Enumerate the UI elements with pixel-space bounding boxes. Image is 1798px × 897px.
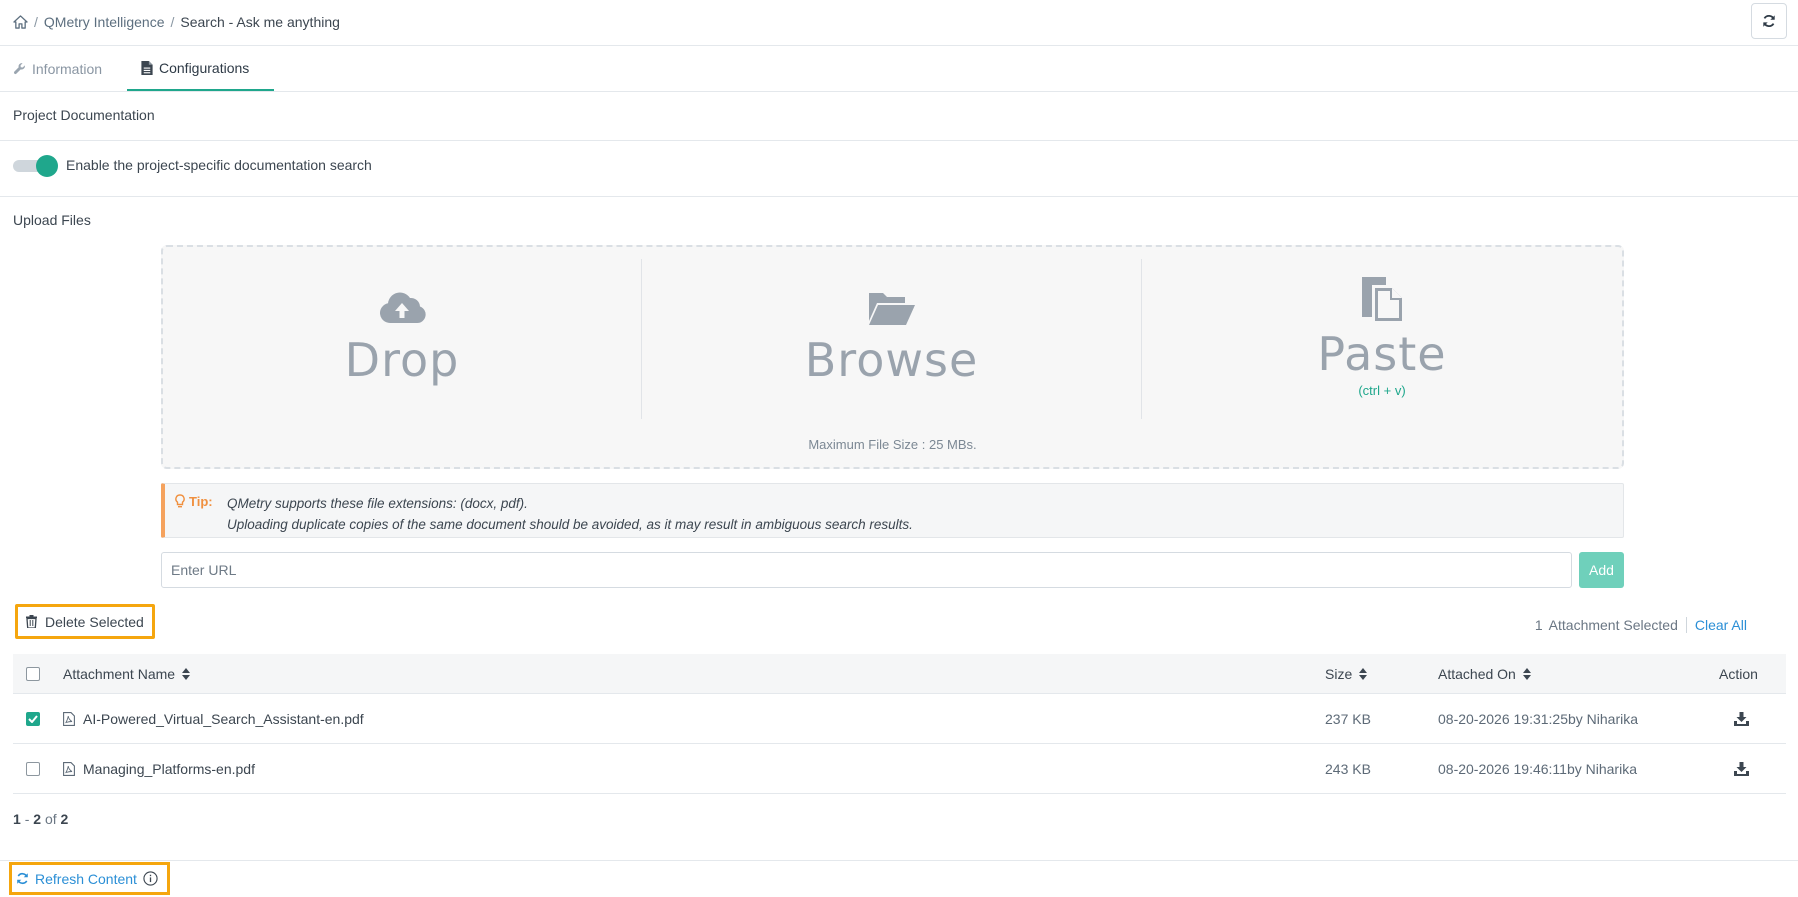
drop-area[interactable]: Drop [163,259,641,419]
attachment-name-text: AI-Powered_Virtual_Search_Assistant-en.p… [83,710,364,727]
upload-dropzone[interactable]: Drop Browse Paste (ctrl + v) Maximum Fil… [161,245,1624,469]
tabs-divider [0,91,1798,92]
selection-info: 1 Attachment Selected Clear All [1535,617,1747,633]
tip-label-group: Tip: [175,494,213,509]
browse-area[interactable]: Browse [642,259,1141,419]
attachments-table-header: Attachment Name Size Attached On Action [13,654,1786,694]
section-divider [0,140,1798,141]
max-file-size-note: Maximum File Size : 25 MBs. [808,437,977,452]
lightbulb-icon [175,494,185,508]
upload-files-title: Upload Files [13,212,91,228]
attachment-size: 243 KB [1325,760,1371,777]
tab-configurations[interactable]: Configurations [127,46,274,91]
folder-open-icon [868,293,915,325]
info-icon[interactable] [143,871,158,886]
delete-selected-label: Delete Selected [45,613,144,630]
breadcrumb: / QMetry Intelligence / Search - Ask me … [13,12,340,32]
download-icon [1734,761,1749,776]
wrench-icon [13,63,25,75]
tip-box: Tip: QMetry supports these file extensio… [161,483,1624,538]
home-icon[interactable] [13,15,28,29]
select-all-checkbox[interactable] [26,666,40,681]
document-icon [141,60,153,75]
breadcrumb-qmetry-intelligence[interactable]: QMetry Intelligence [44,14,165,30]
add-url-button[interactable]: Add [1579,552,1624,588]
cloud-upload-icon [379,292,426,324]
drop-label: Drop [344,333,460,387]
tip-line-2: Uploading duplicate copies of the same d… [227,517,913,532]
attachment-size: 237 KB [1325,710,1371,727]
column-header-action: Action [1719,665,1758,682]
attachment-attached-on: 08-20-2026 19:46:11by Niharika [1438,760,1637,777]
row-select-cell [26,694,40,743]
selection-divider [1685,617,1687,633]
attachment-name[interactable]: Managing_Platforms-en.pdf [63,744,255,793]
sort-icon [1359,667,1368,680]
clear-all-link[interactable]: Clear All [1695,617,1747,633]
pagination-total: 2 [60,811,69,827]
download-icon [1734,711,1749,726]
table-row: AI-Powered_Virtual_Search_Assistant-en.p… [13,694,1786,744]
pagination-start: 1 [13,811,21,827]
breadcrumb-separator: / [34,14,38,30]
row-select-cell [26,744,40,793]
column-header-label: Size [1325,665,1353,682]
url-input[interactable] [161,552,1572,588]
attachment-name[interactable]: AI-Powered_Virtual_Search_Assistant-en.p… [63,694,364,743]
refresh-button[interactable] [1751,3,1787,39]
tip-text: QMetry supports these file extensions: (… [227,493,913,535]
column-header-label: Attached On [1438,665,1516,682]
footer-divider [0,860,1798,861]
browse-label: Browse [804,333,979,387]
download-button[interactable] [1734,694,1749,743]
delete-selected-button[interactable]: Delete Selected [15,604,155,639]
tab-information-label: Information [32,60,103,77]
selection-text: Attachment Selected [1548,617,1678,633]
column-header-attached-on[interactable]: Attached On [1438,654,1531,693]
paste-area[interactable]: Paste (ctrl + v) [1142,259,1622,419]
tip-label: Tip: [189,494,213,509]
breadcrumb-separator: / [170,14,175,30]
pdf-file-icon [63,761,75,776]
table-row: Managing_Platforms-en.pdf 243 KB 08-20-2… [13,744,1786,794]
column-header-label: Attachment Name [63,665,176,682]
paste-shortcut-hint: (ctrl + v) [1358,383,1406,398]
tab-information[interactable]: Information [13,46,102,91]
refresh-content-label: Refresh Content [35,870,137,887]
check-icon [28,714,38,723]
download-button[interactable] [1734,744,1749,793]
row-checkbox[interactable] [26,761,40,776]
toggle-label: Enable the project-specific documentatio… [66,157,372,173]
refresh-content-button[interactable]: Refresh Content [9,862,170,895]
paste-label: Paste [1317,327,1447,381]
pagination-dash: - [24,811,30,827]
documentation-search-toggle[interactable] [13,155,58,177]
pagination-of: of [44,811,57,827]
trash-icon [26,615,37,628]
breadcrumb-current-page: Search - Ask me anything [180,14,340,30]
column-header-size[interactable]: Size [1325,654,1368,693]
project-documentation-title: Project Documentation [13,107,155,123]
attachment-name-text: Managing_Platforms-en.pdf [83,760,255,777]
attachment-attached-on: 08-20-2026 19:31:25by Niharika [1438,710,1639,727]
select-all-cell [26,654,40,693]
sort-icon [1522,667,1531,680]
tab-configurations-label: Configurations [159,59,250,76]
section-divider [0,196,1798,197]
refresh-icon [1763,15,1775,27]
pagination-end: 2 [33,811,42,827]
sort-icon [182,667,191,680]
pagination-summary: 1 - 2 of 2 [13,811,68,827]
pdf-file-icon [63,711,75,726]
column-header-attachment-name[interactable]: Attachment Name [63,654,191,693]
tip-line-1: QMetry supports these file extensions: (… [227,496,528,511]
paste-icon [1362,277,1402,321]
toggle-knob [36,155,58,177]
selection-count: 1 [1534,617,1543,633]
row-checkbox[interactable] [26,711,40,726]
refresh-icon [17,872,28,885]
